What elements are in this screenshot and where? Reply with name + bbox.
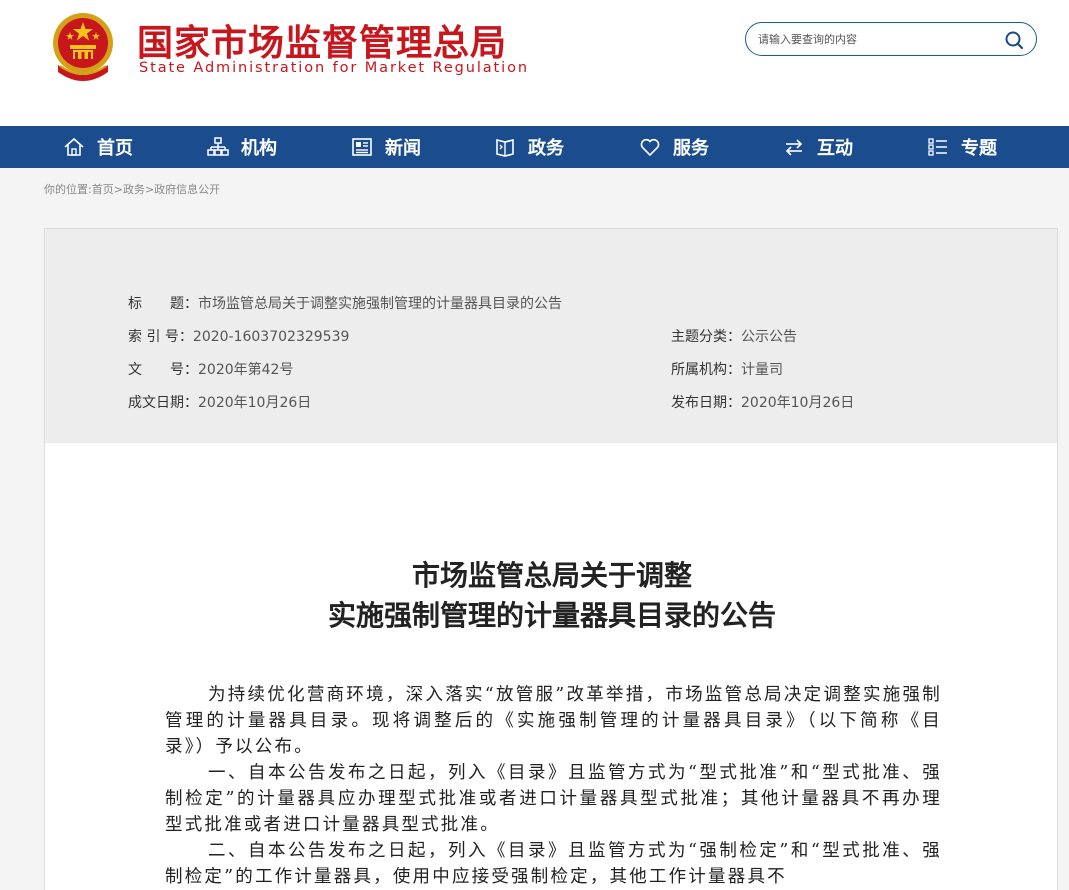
meta-title: 标 题：市场监管总局关于调整实施强制管理的计量器具目录的公告 (128, 293, 562, 313)
meta-doc-label: 文 号： (128, 362, 198, 378)
article-body: 市场监管总局关于调整 实施强制管理的计量器具目录的公告 为持续优化营商环境，深入… (44, 443, 1058, 890)
exchange-arrows-icon (785, 139, 803, 156)
nav-label-affairs: 政务 (528, 138, 564, 159)
home-icon (64, 137, 84, 156)
article-title-line-1: 市场监管总局关于调整 (411, 559, 692, 592)
site-title: 国家市场监督管理总局 (137, 23, 508, 64)
meta-index-value: 2020-1603702329539 (192, 329, 350, 345)
nav-label-org: 机构 (241, 138, 277, 159)
site-subtitle: State Administration for Market Regulati… (139, 60, 529, 76)
meta-index-label: 索 引 号： (128, 329, 193, 345)
meta-topic-value: 公示公告 (741, 329, 797, 345)
nav-item-interact[interactable]: 互动 (783, 126, 853, 168)
nav-item-topics[interactable]: 专题 (927, 126, 997, 168)
breadcrumb-separator: > (113, 183, 123, 196)
nav-item-affairs[interactable]: 政务 (494, 126, 564, 168)
meta-topic-label: 主题分类： (671, 329, 741, 345)
article-title-line-2: 实施强制管理的计量器具目录的公告 (327, 599, 776, 632)
article-paragraph: 为持续优化营商环境，深入落实“放管服”改革举措，市场监管总局决定调整实施强制管理… (165, 685, 942, 757)
national-emblem-icon[interactable] (48, 10, 118, 82)
breadcrumb-link-gov-info[interactable]: 政府信息公开 (154, 183, 220, 196)
list-icon (928, 138, 947, 156)
meta-doc-value: 2020年第42号 (198, 362, 294, 378)
breadcrumb: 你的位置:首页>政务>政府信息公开 (44, 181, 220, 197)
news-icon (352, 138, 372, 156)
nav-item-news[interactable]: 新闻 (351, 126, 421, 168)
search-input[interactable] (758, 30, 998, 48)
breadcrumb-link-affairs[interactable]: 政务 (123, 183, 145, 196)
nav-label-news: 新闻 (385, 138, 421, 159)
meta-created-date: 成文日期：2020年10月26日 (128, 392, 311, 412)
nav-item-home[interactable]: 首页 (63, 126, 133, 168)
meta-published-value: 2020年10月26日 (741, 395, 855, 411)
heart-icon (640, 138, 660, 157)
article-paragraph: 一、自本公告发布之日起，列入《目录》且监管方式为“型式批准”和“型式批准、强制检… (165, 763, 942, 835)
nav-label-topics: 专题 (961, 138, 997, 159)
search-icon[interactable] (1004, 30, 1024, 50)
meta-published-date: 发布日期：2020年10月26日 (671, 392, 854, 412)
org-chart-icon (207, 137, 229, 156)
breadcrumb-separator: > (144, 183, 155, 196)
nav-item-org[interactable]: 机构 (207, 126, 277, 168)
nav-item-service[interactable]: 服务 (639, 126, 709, 168)
nav-label-home: 首页 (97, 138, 133, 159)
nav-label-interact: 互动 (817, 138, 853, 159)
meta-doc-number: 文 号：2020年第42号 (128, 359, 293, 379)
meta-title-label: 标 题： (128, 296, 198, 312)
main-nav: 首页 机构 新闻 政务 服务 互动 专题 (0, 126, 1069, 168)
meta-org-label: 所属机构： (671, 362, 741, 378)
breadcrumb-prefix: 你的位置: (44, 183, 92, 196)
book-icon (496, 138, 514, 157)
article-paragraph: 二、自本公告发布之日起，列入《目录》且监管方式为“强制检定”和“型式批准、强制检… (165, 841, 942, 887)
meta-org-value: 计量司 (741, 362, 783, 378)
document-metadata: 标 题：市场监管总局关于调整实施强制管理的计量器具目录的公告 索 引 号：202… (44, 228, 1058, 444)
meta-title-value: 市场监管总局关于调整实施强制管理的计量器具目录的公告 (198, 296, 562, 312)
meta-index: 索 引 号：2020-1603702329539 (128, 326, 349, 346)
nav-label-service: 服务 (673, 138, 709, 159)
meta-topic: 主题分类：公示公告 (671, 326, 797, 346)
meta-created-value: 2020年10月26日 (198, 395, 312, 411)
meta-org: 所属机构：计量司 (671, 359, 783, 379)
breadcrumb-link-home[interactable]: 首页 (92, 183, 114, 196)
meta-published-label: 发布日期： (671, 395, 741, 411)
site-header: 国家市场监督管理总局 State Administration for Mark… (0, 0, 1069, 126)
search-box (745, 22, 1037, 56)
meta-created-label: 成文日期： (128, 395, 198, 411)
